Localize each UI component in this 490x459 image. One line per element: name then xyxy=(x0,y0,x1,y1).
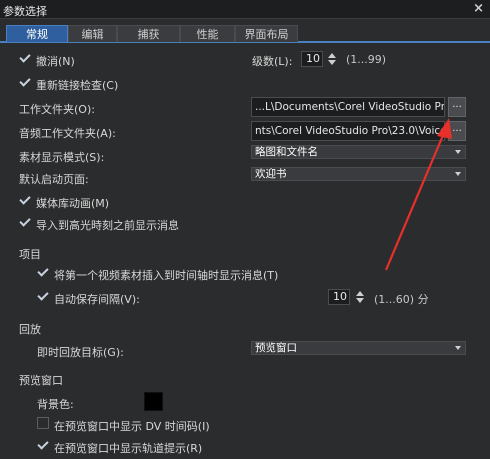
annotation-arrow-icon xyxy=(384,118,452,271)
